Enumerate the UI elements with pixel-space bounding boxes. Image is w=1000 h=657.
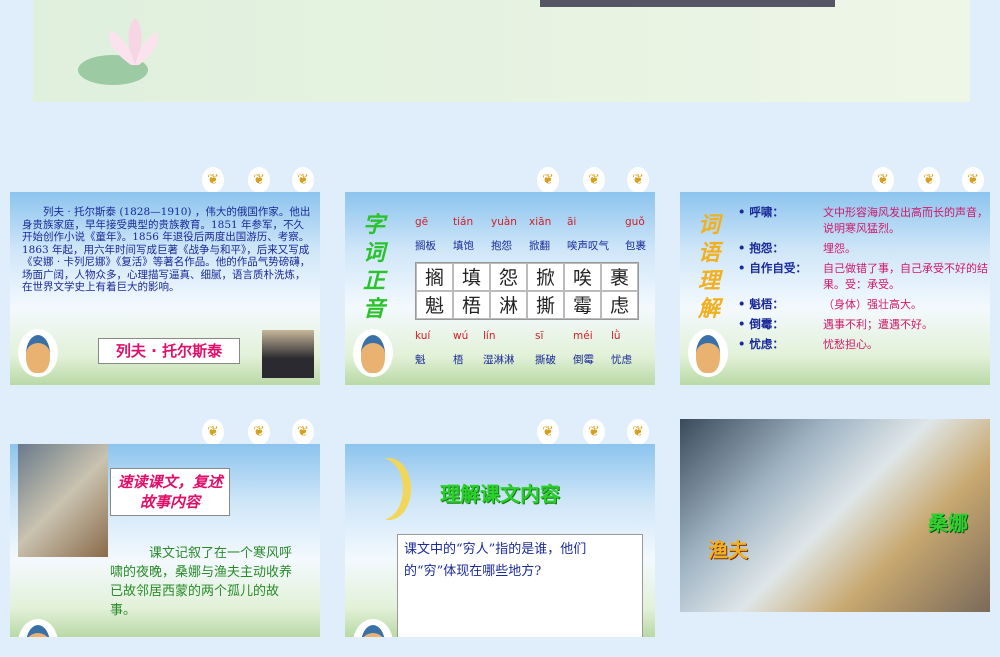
definition-item: • 自作自受： 自己做错了事，自己承受不好的结果。受：承受。 <box>738 260 988 292</box>
grid-char: 霉 <box>564 291 601 319</box>
butterfly-icon: ❦ <box>918 167 940 193</box>
butterfly-icon: ❦ <box>292 419 314 445</box>
grid-char: 撕 <box>527 291 564 319</box>
grid-char: 怨 <box>490 263 527 291</box>
grid-char: 淋 <box>490 291 527 319</box>
pinyin: guǒ <box>625 216 645 228</box>
word: 倒霉 <box>573 354 594 366</box>
bio-text: 列夫 · 托尔斯泰 (1828—1910) ，伟大的俄国作家。他出身贵族家庭，早… <box>22 206 311 293</box>
label-fisherman: 渔夫 <box>708 538 748 562</box>
pinyin: méi <box>573 330 593 342</box>
butterfly-icon: ❦ <box>292 167 314 193</box>
slide-top-image <box>540 0 835 7</box>
butterfly-icon: ❦ <box>202 419 224 445</box>
butterfly-icon: ❦ <box>627 419 649 445</box>
slide-top-partial[interactable] <box>33 0 970 102</box>
pinyin: xiān <box>529 216 552 228</box>
butterfly-icon: ❦ <box>583 167 605 193</box>
definition-item: • 抱怨： 埋怨。 <box>738 240 988 256</box>
pinyin: tián <box>453 216 474 228</box>
slide-thumb-2[interactable]: ❦ ❦ ❦ 字词正音 gē tián yuàn xiān āi guǒ 搁板 填饱 抱怨 掀翻唉… <box>335 155 665 405</box>
slide-thumb-4[interactable]: ❦ ❦ ❦ 速读课文，复述故事内容 课文记叙了在一个寒风呼啸的夜晚，桑娜与渔夫主… <box>0 407 330 657</box>
cartoon-boy-image <box>353 329 393 377</box>
word: 搁板 <box>415 240 436 252</box>
word: 魁 <box>415 354 426 366</box>
slide-heading: 速读课文，复述故事内容 <box>110 468 230 516</box>
cartoon-boy-image <box>688 329 728 377</box>
grid-char: 裹 <box>601 263 638 291</box>
term: • 忧虑： <box>738 337 784 351</box>
slide-title: 词语理解 <box>698 213 721 322</box>
slide-thumb-5[interactable]: ❦ ❦ ❦ 理解课文内容 课文中的“穷人”指的是谁，他们的“穷”体现在哪些地方? <box>335 407 665 657</box>
pinyin: gē <box>415 216 429 228</box>
slide-thumb-6[interactable]: 渔夫 桑娜 <box>670 407 1000 657</box>
slide-title: 字词正音 <box>363 213 386 322</box>
story-illustration <box>18 444 108 557</box>
definition: 埋怨。 <box>823 242 856 255</box>
butterfly-icon: ❦ <box>627 167 649 193</box>
definition-item: • 呼啸： 文中形容海风发出高而长的声音，说明寒风猛烈。 <box>738 204 988 236</box>
cartoon-boy-image <box>18 329 58 377</box>
term: • 倒霉： <box>738 317 784 331</box>
grid-char: 虑 <box>601 291 638 319</box>
word: 填饱 <box>453 240 474 252</box>
pinyin: lǜ <box>611 330 621 342</box>
word: 包裹 <box>625 240 646 252</box>
word: 抱怨 <box>491 240 512 252</box>
pinyin: āi <box>567 216 577 228</box>
butterfly-icon: ❦ <box>202 167 224 193</box>
grid-char: 梧 <box>453 291 490 319</box>
term: • 自作自受： <box>738 261 807 275</box>
term: • 魁梧： <box>738 297 784 311</box>
moon-icon <box>359 458 403 520</box>
pinyin: lín <box>483 330 496 342</box>
cartoon-boy-image <box>353 619 393 637</box>
summary-text: 课文记叙了在一个寒风呼啸的夜晚，桑娜与渔夫主动收养已故邻居西蒙的两个孤儿的故事。 <box>110 546 293 618</box>
word: 湿淋淋 <box>483 354 515 366</box>
butterfly-icon: ❦ <box>962 167 984 193</box>
slide-title: 理解课文内容 <box>440 482 560 506</box>
definition-item: • 忧虑： 忧愁担心。 <box>738 336 988 352</box>
slide-thumb-3[interactable]: ❦ ❦ ❦ 词语理解 • 呼啸： 文中形容海风发出高而长的声音，说明寒风猛烈。 • … <box>670 155 1000 405</box>
definition: 忧愁担心。 <box>823 338 878 351</box>
butterfly-icon: ❦ <box>872 167 894 193</box>
butterfly-icon: ❦ <box>537 419 559 445</box>
definition: （身体）强壮高大。 <box>823 298 922 311</box>
cartoon-boy-image <box>18 619 58 637</box>
word: 掀翻 <box>529 240 550 252</box>
grid-char: 掀 <box>527 263 564 291</box>
butterfly-icon: ❦ <box>248 419 270 445</box>
grid-char: 搁 <box>416 263 453 291</box>
slide-thumb-1[interactable]: ❦ ❦ ❦ 列夫 · 托尔斯泰 (1828—1910) ，伟大的俄国作家。他出身… <box>0 155 330 405</box>
label-sangna: 桑娜 <box>928 511 968 535</box>
author-name: 列夫 · 托尔斯泰 <box>98 338 240 364</box>
definition: 文中形容海风发出高而长的声音，说明寒风猛烈。 <box>823 206 988 235</box>
word: 撕破 <box>535 354 556 366</box>
butterfly-icon: ❦ <box>583 419 605 445</box>
grid-char: 唉 <box>564 263 601 291</box>
definition-item: • 倒霉： 遇事不利；遭遇不好。 <box>738 316 988 332</box>
butterfly-icon: ❦ <box>537 167 559 193</box>
term: • 呼啸： <box>738 205 784 219</box>
pinyin: kuí <box>415 330 431 342</box>
grid-char: 魁 <box>416 291 453 319</box>
term: • 抱怨： <box>738 241 784 255</box>
butterfly-icon: ❦ <box>248 167 270 193</box>
question-box: 课文中的“穷人”指的是谁，他们的“穷”体现在哪些地方? <box>397 534 643 637</box>
pinyin: yuàn <box>491 216 517 228</box>
word: 唉声叹气 <box>567 240 609 252</box>
tolstoy-portrait <box>262 330 314 378</box>
lotus-image <box>73 10 183 90</box>
word: 忧虑 <box>611 354 632 366</box>
word: 梧 <box>453 354 464 366</box>
pinyin: sī <box>535 330 544 342</box>
definition: 自己做错了事，自己承受不好的结果。受：承受。 <box>823 262 988 291</box>
grid-char: 填 <box>453 263 490 291</box>
definition-item: • 魁梧： （身体）强壮高大。 <box>738 296 988 312</box>
definition: 遇事不利；遭遇不好。 <box>823 318 933 331</box>
pinyin: wú <box>453 330 469 342</box>
